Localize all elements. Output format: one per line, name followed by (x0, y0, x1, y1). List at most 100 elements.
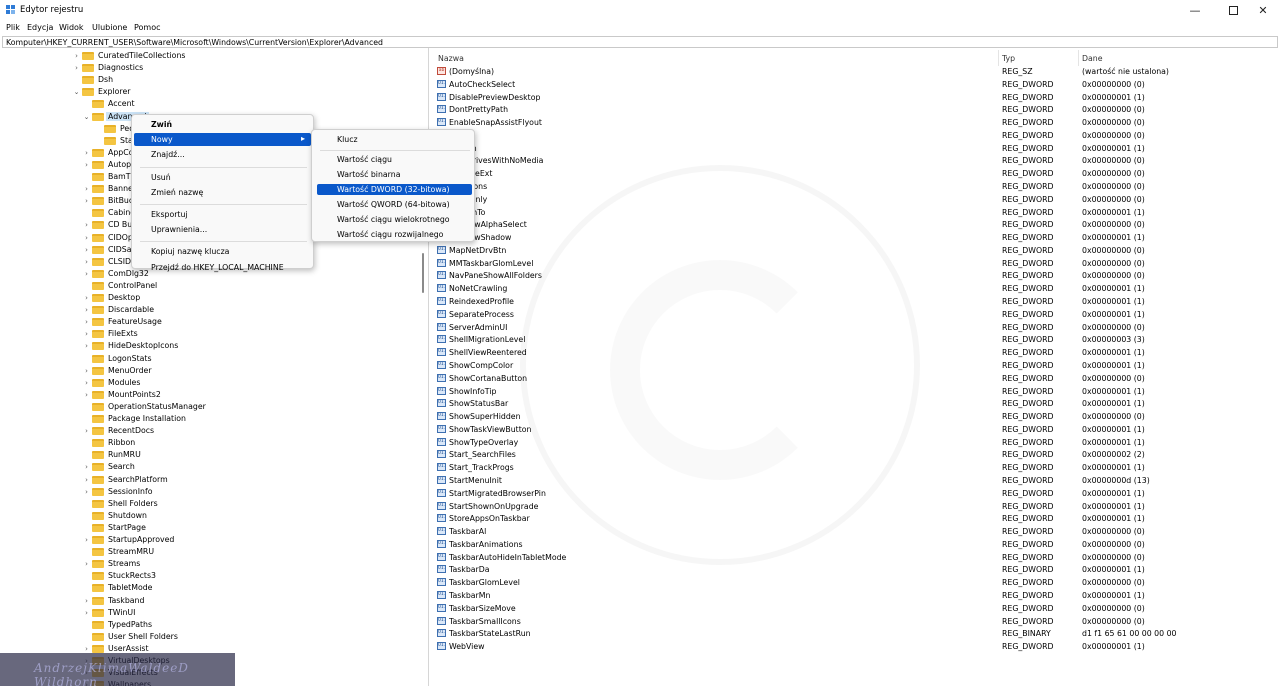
value-row[interactable]: 011 StartShownOnUpgrade REG_DWORD 0x0000000… (432, 500, 1280, 513)
value-row[interactable]: 011 NoNetCrawling REG_DWORD 0x00000001 (1) (432, 282, 1280, 295)
value-row[interactable]: 011 ShowSuperHidden REG_DWORD 0x00000000 (0… (432, 410, 1280, 423)
chevron-right-icon[interactable] (82, 547, 91, 557)
value-row[interactable]: 011 TaskbarAl REG_DWORD 0x00000000 (0) (432, 525, 1280, 538)
chevron-down-icon[interactable]: ⌄ (82, 112, 91, 122)
chevron-right-icon[interactable]: › (82, 293, 91, 303)
value-row[interactable]: 011 ShellViewReentered REG_DWORD 0x00000001… (432, 346, 1280, 359)
value-row[interactable]: 011 ShowCompColor REG_DWORD 0x00000001 (1) (432, 359, 1280, 372)
value-row[interactable]: 011 MapNetDrvBtn REG_DWORD 0x00000000 (0) (432, 244, 1280, 257)
value-row[interactable]: 011 NavPaneShowAllFolders REG_DWORD 0x00000… (432, 269, 1280, 282)
value-row[interactable]: 011HideIconsREG_DWORD0x00000000 (0) (432, 180, 1280, 193)
chevron-right-icon[interactable] (82, 438, 91, 448)
column-divider[interactable] (998, 50, 999, 66)
value-row[interactable]: 011 DisablePreviewDesktop REG_DWORD 0x00000… (432, 91, 1280, 104)
value-row[interactable]: 011 DontPrettyPath REG_DWORD 0x00000000 (0) (432, 103, 1280, 116)
chevron-right-icon[interactable]: › (82, 329, 91, 339)
context-menu-item[interactable]: Przejdź do HKEY_LOCAL_MACHINE (134, 261, 311, 274)
address-path[interactable]: Komputer\HKEY_CURRENT_USER\Software\Micr… (6, 38, 383, 47)
value-row[interactable]: 011 Start_TrackProgs REG_DWORD 0x00000001 (… (432, 461, 1280, 474)
chevron-right-icon[interactable] (82, 583, 91, 593)
value-row[interactable]: 011 Start_SearchFiles REG_DWORD 0x00000002 … (432, 448, 1280, 461)
context-menu-item[interactable]: Kopiuj nazwę klucza (134, 245, 311, 258)
values-list[interactable]: Nazwa Typ Dane ab (Domyślna) REG_SZ (wartoś… (432, 48, 1280, 686)
value-row[interactable]: 011 ShowTaskViewButton REG_DWORD 0x00000001… (432, 423, 1280, 436)
menu-help[interactable]: Pomoc (134, 23, 161, 32)
value-row[interactable]: 011 TaskbarAnimations REG_DWORD 0x00000000 … (432, 538, 1280, 551)
chevron-right-icon[interactable] (82, 414, 91, 424)
chevron-right-icon[interactable]: › (72, 51, 81, 61)
chevron-right-icon[interactable]: › (82, 487, 91, 497)
value-row[interactable]: 011 StoreAppsOnTaskbar REG_DWORD 0x00000001… (432, 512, 1280, 525)
value-row[interactable]: 011 ShowCortanaButton REG_DWORD 0x00000000 … (432, 372, 1280, 385)
value-row[interactable]: 011 TaskbarAutoHideInTabletMode REG_DWORD 0… (432, 551, 1280, 564)
menu-favorites[interactable]: Ulubione (92, 23, 127, 32)
chevron-right-icon[interactable]: › (82, 148, 91, 158)
chevron-right-icon[interactable]: › (82, 245, 91, 255)
context-menu-item[interactable]: Zmień nazwę (134, 186, 311, 199)
value-row[interactable]: 011 MMTaskbarGlomLevel REG_DWORD 0x00000000… (432, 257, 1280, 270)
submenu-item[interactable]: Klucz (317, 134, 472, 145)
chevron-right-icon[interactable]: › (82, 196, 91, 206)
chevron-right-icon[interactable]: › (82, 366, 91, 376)
chevron-right-icon[interactable] (82, 620, 91, 630)
tree-scrollbar-thumb[interactable] (422, 253, 424, 293)
chevron-right-icon[interactable]: › (82, 462, 91, 472)
menu-file[interactable]: Plik (6, 23, 20, 32)
value-row[interactable]: 011 TaskbarSizeMove REG_DWORD 0x00000000 (0… (432, 602, 1280, 615)
column-divider[interactable] (1078, 50, 1079, 66)
chevron-right-icon[interactable]: › (82, 608, 91, 618)
value-row[interactable]: 011 StartMenuInit REG_DWORD 0x0000000d (13) (432, 474, 1280, 487)
column-data-header[interactable]: Dane (1082, 54, 1103, 63)
chevron-right-icon[interactable] (82, 511, 91, 521)
chevron-right-icon[interactable]: › (82, 390, 91, 400)
chevron-right-icon[interactable]: › (82, 596, 91, 606)
chevron-right-icon[interactable]: › (82, 341, 91, 351)
value-row[interactable]: 011ListviewShadowREG_DWORD0x00000001 (1) (432, 231, 1280, 244)
value-row[interactable]: 011HiddenREG_DWORD0x00000001 (1) (432, 142, 1280, 155)
menu-view[interactable]: Widok (59, 23, 84, 32)
chevron-right-icon[interactable]: › (82, 257, 91, 267)
chevron-right-icon[interactable] (82, 208, 91, 218)
chevron-right-icon[interactable] (72, 75, 81, 85)
value-row[interactable]: 011 ShowInfoTip REG_DWORD 0x00000001 (1) (432, 385, 1280, 398)
value-row[interactable]: 011 ShowTypeOverlay REG_DWORD 0x00000001 (1… (432, 436, 1280, 449)
chevron-right-icon[interactable]: › (82, 475, 91, 485)
column-type-header[interactable]: Typ (1002, 54, 1015, 63)
chevron-right-icon[interactable] (94, 136, 103, 146)
chevron-right-icon[interactable] (82, 571, 91, 581)
chevron-right-icon[interactable]: › (82, 559, 91, 569)
value-row[interactable]: 011LaunchToREG_DWORD0x00000001 (1) (432, 206, 1280, 219)
value-row[interactable]: 011 EnableSnapAssistFlyout REG_DWORD 0x0000… (432, 116, 1280, 129)
value-row[interactable]: 011 TaskbarStateLastRun REG_BINARY d1 f1 65… (432, 627, 1280, 640)
value-row[interactable]: 011 ShowStatusBar REG_DWORD 0x00000001 (1) (432, 397, 1280, 410)
value-row[interactable]: 011 StartMigratedBrowserPin REG_DWORD 0x000… (432, 487, 1280, 500)
chevron-right-icon[interactable] (82, 402, 91, 412)
chevron-right-icon[interactable] (82, 172, 91, 182)
value-row[interactable]: ab (Domyślna) REG_SZ (wartość nie ustalona) (432, 65, 1280, 78)
context-menu-item[interactable]: Uprawnienia... (134, 223, 311, 236)
chevron-right-icon[interactable]: › (82, 535, 91, 545)
chevron-right-icon[interactable]: › (82, 378, 91, 388)
chevron-right-icon[interactable] (82, 281, 91, 291)
minimize-button[interactable]: — (1178, 0, 1212, 20)
maximize-button[interactable] (1216, 0, 1250, 20)
address-bar[interactable]: Komputer\HKEY_CURRENT_USER\Software\Micr… (2, 36, 1278, 48)
chevron-right-icon[interactable] (82, 450, 91, 460)
value-row[interactable]: 011HideFileExtREG_DWORD0x00000000 (0) (432, 167, 1280, 180)
submenu-item[interactable]: Wartość DWORD (32-bitowa) (317, 183, 472, 195)
chevron-right-icon[interactable] (94, 124, 103, 134)
value-row[interactable]: 011 TaskbarDa REG_DWORD 0x00000001 (1) (432, 563, 1280, 576)
submenu-item[interactable]: Wartość ciągu (317, 154, 472, 165)
value-row[interactable]: 011IconsOnlyREG_DWORD0x00000000 (0) (432, 193, 1280, 206)
menu-edit[interactable]: Edycja (27, 23, 53, 32)
submenu-item[interactable]: Wartość ciągu rozwijalnego (317, 229, 472, 240)
chevron-right-icon[interactable]: › (82, 160, 91, 170)
chevron-right-icon[interactable] (82, 354, 91, 364)
chevron-right-icon[interactable]: › (72, 63, 81, 73)
value-row[interactable]: 011ListviewAlphaSelectREG_DWORD0x0000000… (432, 218, 1280, 231)
value-row[interactable]: 011 WebView REG_DWORD 0x00000001 (1) (432, 640, 1280, 653)
context-menu-item[interactable]: Znajdź... (134, 148, 311, 161)
column-name-header[interactable]: Nazwa (438, 54, 464, 63)
chevron-right-icon[interactable]: › (82, 184, 91, 194)
value-row[interactable]: 011 TaskbarMn REG_DWORD 0x00000001 (1) (432, 589, 1280, 602)
